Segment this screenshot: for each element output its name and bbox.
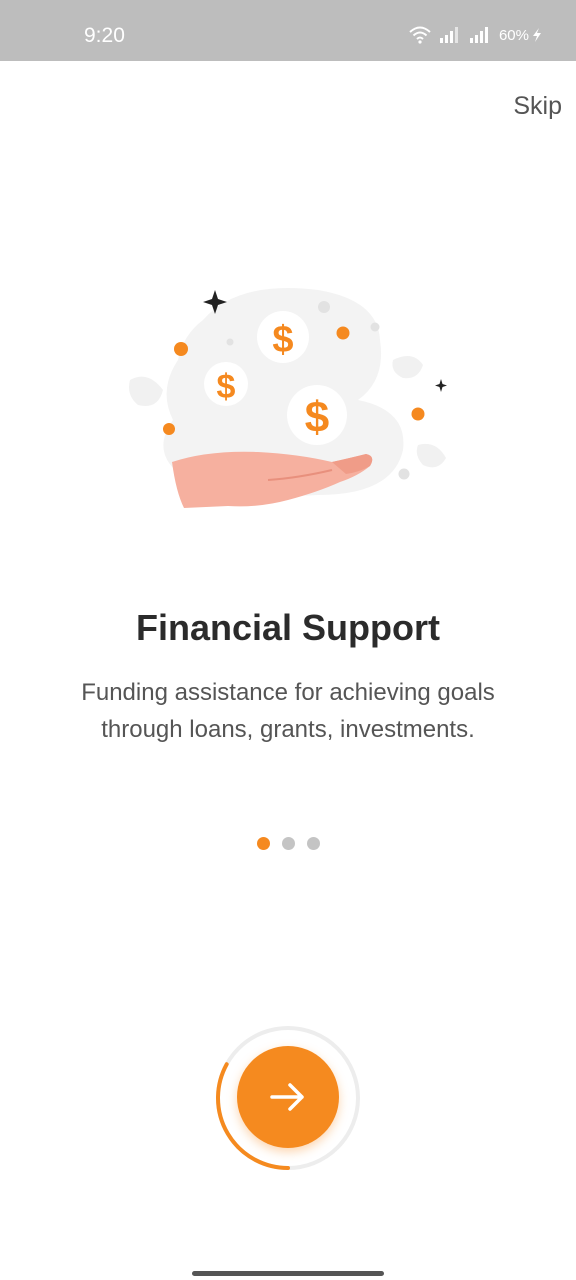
skip-button[interactable]: Skip xyxy=(513,92,562,121)
next-button[interactable] xyxy=(237,1046,339,1148)
battery-percent: 60% xyxy=(498,26,529,44)
onboarding-description: Funding assistance for achieving goals t… xyxy=(81,679,495,743)
page-dot-1 xyxy=(256,837,270,850)
svg-text:$: $ xyxy=(272,319,293,361)
onboarding-title: Financial Support xyxy=(135,607,440,648)
status-bar: 9:20 60% xyxy=(0,0,576,61)
signal-icon-2 xyxy=(469,27,488,43)
battery-status: 60% xyxy=(499,27,542,44)
page-dot-3 xyxy=(306,837,320,850)
page-dot-2 xyxy=(281,837,295,850)
financial-support-illustration: $ $ $ xyxy=(129,288,447,508)
page-indicator xyxy=(0,837,576,850)
status-icons: 60% xyxy=(409,26,542,44)
svg-text:$: $ xyxy=(217,368,236,406)
svg-text:$: $ xyxy=(305,393,329,442)
home-indicator xyxy=(192,1271,384,1276)
signal-icon xyxy=(439,27,458,43)
charging-icon xyxy=(533,28,541,42)
next-button-wrapper xyxy=(214,1024,362,1172)
arrow-right-icon xyxy=(270,1083,304,1111)
wifi-icon xyxy=(409,26,431,44)
status-time: 9:20 xyxy=(84,24,125,47)
